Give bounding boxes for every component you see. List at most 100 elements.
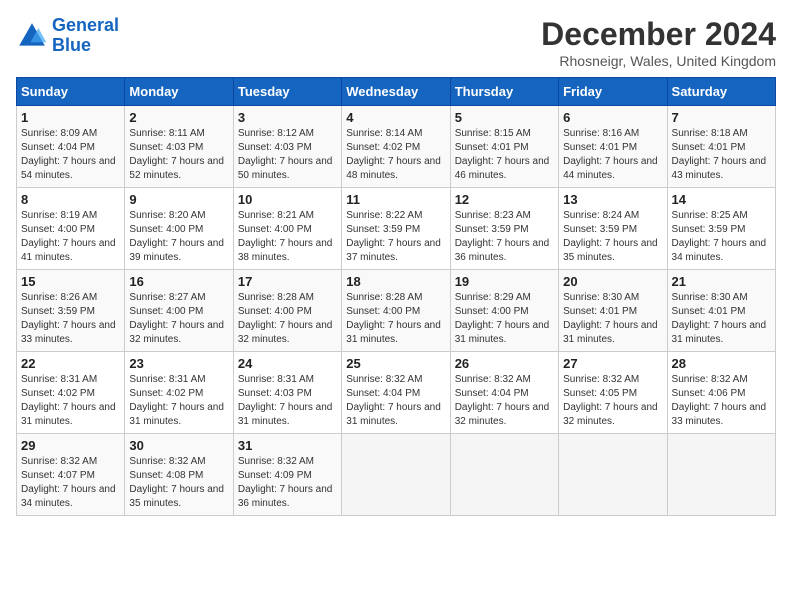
day-number: 23 <box>129 356 228 371</box>
day-info: Sunrise: 8:32 AMSunset: 4:08 PMDaylight:… <box>129 455 228 511</box>
calendar-cell: 27 Sunrise: 8:32 AMSunset: 4:05 PMDayligh… <box>559 352 667 434</box>
day-info: Sunrise: 8:30 AMSunset: 4:01 PMDaylight:… <box>672 291 771 347</box>
calendar-cell: 15Sunrise: 8:26 AMSunset: 3:59 PMDayligh… <box>17 270 125 352</box>
day-number: 25 <box>346 356 445 371</box>
calendar-cell: 4Sunrise: 8:14 AMSunset: 4:02 PMDaylight… <box>342 106 450 188</box>
day-info: Sunrise: 8:28 AMSunset: 4:00 PMDaylight:… <box>238 291 337 347</box>
day-number: 27 <box>563 356 662 371</box>
day-number: 22 <box>21 356 120 371</box>
day-number: 2 <box>129 110 228 125</box>
calendar-cell: 18Sunrise: 8:28 AMSunset: 4:00 PMDayligh… <box>342 270 450 352</box>
calendar-cell: 31 Sunrise: 8:32 AMSunset: 4:09 PMDayligh… <box>233 434 341 516</box>
calendar-cell <box>342 434 450 516</box>
calendar-cell: 26Sunrise: 8:32 AMSunset: 4:04 PMDayligh… <box>450 352 558 434</box>
day-info: Sunrise: 8:29 AMSunset: 4:00 PMDaylight:… <box>455 291 554 347</box>
day-number: 20 <box>563 274 662 289</box>
day-number: 30 <box>129 438 228 453</box>
day-number: 8 <box>21 192 120 207</box>
calendar-cell: 13 Sunrise: 8:24 AMSunset: 3:59 PMDayligh… <box>559 188 667 270</box>
day-info: Sunrise: 8:21 AMSunset: 4:00 PMDaylight:… <box>238 209 337 265</box>
column-header-sunday: Sunday <box>17 78 125 106</box>
day-info: Sunrise: 8:32 AMSunset: 4:04 PMDaylight:… <box>455 373 554 429</box>
calendar-week-row: 1Sunrise: 8:09 AMSunset: 4:04 PMDaylight… <box>17 106 776 188</box>
calendar-cell: 22Sunrise: 8:31 AMSunset: 4:02 PMDayligh… <box>17 352 125 434</box>
month-title: December 2024 <box>541 16 776 53</box>
logo-icon <box>16 20 48 52</box>
day-number: 28 <box>672 356 771 371</box>
day-info: Sunrise: 8:25 AMSunset: 3:59 PMDaylight:… <box>672 209 771 265</box>
calendar-cell: 14 Sunrise: 8:25 AMSunset: 3:59 PMDayligh… <box>667 188 775 270</box>
day-info: Sunrise: 8:32 AMSunset: 4:09 PMDaylight:… <box>238 455 337 511</box>
calendar-cell: 2 Sunrise: 8:11 AMSunset: 4:03 PMDaylight… <box>125 106 233 188</box>
calendar-cell: 6 Sunrise: 8:16 AMSunset: 4:01 PMDaylight… <box>559 106 667 188</box>
calendar-cell: 23 Sunrise: 8:31 AMSunset: 4:02 PMDayligh… <box>125 352 233 434</box>
day-number: 11 <box>346 192 445 207</box>
day-number: 1 <box>21 110 120 125</box>
day-number: 4 <box>346 110 445 125</box>
day-info: Sunrise: 8:12 AMSunset: 4:03 PMDaylight:… <box>238 127 337 183</box>
day-info: Sunrise: 8:28 AMSunset: 4:00 PMDaylight:… <box>346 291 445 347</box>
day-number: 15 <box>21 274 120 289</box>
calendar-cell: 29 Sunrise: 8:32 AMSunset: 4:07 PMDayligh… <box>17 434 125 516</box>
day-number: 6 <box>563 110 662 125</box>
day-info: Sunrise: 8:18 AMSunset: 4:01 PMDaylight:… <box>672 127 771 183</box>
calendar-cell <box>559 434 667 516</box>
column-header-thursday: Thursday <box>450 78 558 106</box>
calendar-cell: 10 Sunrise: 8:21 AMSunset: 4:00 PMDayligh… <box>233 188 341 270</box>
logo: General Blue <box>16 16 119 56</box>
day-info: Sunrise: 8:30 AMSunset: 4:01 PMDaylight:… <box>563 291 662 347</box>
day-number: 10 <box>238 192 337 207</box>
day-info: Sunrise: 8:19 AMSunset: 4:00 PMDaylight:… <box>21 209 120 265</box>
calendar-cell: 5 Sunrise: 8:15 AMSunset: 4:01 PMDaylight… <box>450 106 558 188</box>
logo-line1: General <box>52 15 119 35</box>
day-info: Sunrise: 8:22 AMSunset: 3:59 PMDaylight:… <box>346 209 445 265</box>
day-info: Sunrise: 8:24 AMSunset: 3:59 PMDaylight:… <box>563 209 662 265</box>
calendar-week-row: 15Sunrise: 8:26 AMSunset: 3:59 PMDayligh… <box>17 270 776 352</box>
day-number: 31 <box>238 438 337 453</box>
calendar-cell: 28Sunrise: 8:32 AMSunset: 4:06 PMDayligh… <box>667 352 775 434</box>
day-number: 7 <box>672 110 771 125</box>
calendar-cell: 16Sunrise: 8:27 AMSunset: 4:00 PMDayligh… <box>125 270 233 352</box>
calendar-cell: 7 Sunrise: 8:18 AMSunset: 4:01 PMDaylight… <box>667 106 775 188</box>
calendar-header-row: SundayMondayTuesdayWednesdayThursdayFrid… <box>17 78 776 106</box>
day-number: 19 <box>455 274 554 289</box>
day-info: Sunrise: 8:15 AMSunset: 4:01 PMDaylight:… <box>455 127 554 183</box>
day-number: 9 <box>129 192 228 207</box>
day-number: 24 <box>238 356 337 371</box>
calendar-week-row: 8 Sunrise: 8:19 AMSunset: 4:00 PMDaylight… <box>17 188 776 270</box>
day-info: Sunrise: 8:32 AMSunset: 4:05 PMDaylight:… <box>563 373 662 429</box>
calendar-table: SundayMondayTuesdayWednesdayThursdayFrid… <box>16 77 776 516</box>
day-number: 13 <box>563 192 662 207</box>
day-info: Sunrise: 8:32 AMSunset: 4:07 PMDaylight:… <box>21 455 120 511</box>
column-header-monday: Monday <box>125 78 233 106</box>
day-number: 29 <box>21 438 120 453</box>
day-info: Sunrise: 8:16 AMSunset: 4:01 PMDaylight:… <box>563 127 662 183</box>
calendar-cell: 21 Sunrise: 8:30 AMSunset: 4:01 PMDayligh… <box>667 270 775 352</box>
day-number: 14 <box>672 192 771 207</box>
calendar-cell: 12 Sunrise: 8:23 AMSunset: 3:59 PMDayligh… <box>450 188 558 270</box>
day-number: 5 <box>455 110 554 125</box>
day-number: 17 <box>238 274 337 289</box>
day-number: 21 <box>672 274 771 289</box>
calendar-cell: 20 Sunrise: 8:30 AMSunset: 4:01 PMDayligh… <box>559 270 667 352</box>
title-area: December 2024 Rhosneigr, Wales, United K… <box>541 16 776 69</box>
calendar-cell: 24Sunrise: 8:31 AMSunset: 4:03 PMDayligh… <box>233 352 341 434</box>
calendar-cell: 3 Sunrise: 8:12 AMSunset: 4:03 PMDaylight… <box>233 106 341 188</box>
day-number: 12 <box>455 192 554 207</box>
calendar-cell: 9 Sunrise: 8:20 AMSunset: 4:00 PMDaylight… <box>125 188 233 270</box>
day-info: Sunrise: 8:27 AMSunset: 4:00 PMDaylight:… <box>129 291 228 347</box>
day-info: Sunrise: 8:32 AMSunset: 4:04 PMDaylight:… <box>346 373 445 429</box>
day-info: Sunrise: 8:11 AMSunset: 4:03 PMDaylight:… <box>129 127 228 183</box>
column-header-saturday: Saturday <box>667 78 775 106</box>
location-subtitle: Rhosneigr, Wales, United Kingdom <box>541 53 776 69</box>
day-number: 3 <box>238 110 337 125</box>
calendar-cell: 25 Sunrise: 8:32 AMSunset: 4:04 PMDayligh… <box>342 352 450 434</box>
calendar-cell <box>450 434 558 516</box>
calendar-cell: 17 Sunrise: 8:28 AMSunset: 4:00 PMDayligh… <box>233 270 341 352</box>
day-info: Sunrise: 8:23 AMSunset: 3:59 PMDaylight:… <box>455 209 554 265</box>
calendar-week-row: 29 Sunrise: 8:32 AMSunset: 4:07 PMDayligh… <box>17 434 776 516</box>
calendar-cell: 11 Sunrise: 8:22 AMSunset: 3:59 PMDayligh… <box>342 188 450 270</box>
day-info: Sunrise: 8:31 AMSunset: 4:02 PMDaylight:… <box>129 373 228 429</box>
calendar-cell: 19 Sunrise: 8:29 AMSunset: 4:00 PMDayligh… <box>450 270 558 352</box>
day-info: Sunrise: 8:20 AMSunset: 4:00 PMDaylight:… <box>129 209 228 265</box>
